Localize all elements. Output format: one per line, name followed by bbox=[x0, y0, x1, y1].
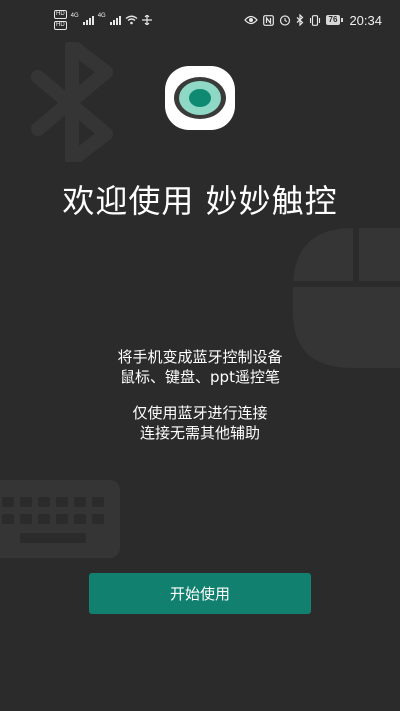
feature-description: 将手机变成蓝牙控制设备 鼠标、键盘、ppt遥控笔 仅使用蓝牙进行连接 连接无需其… bbox=[0, 347, 400, 443]
wifi-icon bbox=[125, 15, 138, 25]
description-line: 仅使用蓝牙进行连接 bbox=[132, 404, 268, 422]
status-left: HD HD 4G 4G bbox=[54, 10, 152, 30]
description-line: 将手机变成蓝牙控制设备 bbox=[117, 348, 283, 366]
signal-icon bbox=[82, 15, 94, 25]
vibrate-icon bbox=[309, 14, 320, 26]
sim1-hd-badge: HD bbox=[54, 10, 67, 19]
description-line: 鼠标、键盘、ppt遥控笔 bbox=[120, 368, 280, 386]
network-type-2: 4G bbox=[97, 13, 106, 19]
data-transfer-icon bbox=[141, 15, 152, 25]
alarm-icon bbox=[279, 15, 290, 26]
sim2-hd-badge: HD bbox=[54, 21, 67, 30]
bluetooth-background-icon bbox=[31, 42, 113, 162]
description-line: 连接无需其他辅助 bbox=[139, 424, 260, 442]
keyboard-background-icon bbox=[0, 480, 120, 558]
signal-icon-2 bbox=[109, 15, 121, 25]
clock: 20:34 bbox=[349, 12, 382, 28]
eye-icon bbox=[243, 15, 258, 25]
start-button-label: 开始使用 bbox=[169, 585, 230, 603]
start-button[interactable]: 开始使用 bbox=[89, 573, 311, 614]
sim-indicators: HD HD bbox=[54, 10, 67, 30]
bluetooth-icon bbox=[296, 14, 303, 26]
status-bar: HD HD 4G 4G 76 20:34 bbox=[0, 0, 400, 40]
nfc-icon bbox=[262, 14, 274, 26]
status-right: 76 20:34 bbox=[243, 10, 382, 30]
network-type-1: 4G bbox=[70, 13, 79, 19]
battery-indicator: 76 bbox=[325, 15, 344, 25]
welcome-title: 欢迎使用 妙妙触控 bbox=[62, 182, 338, 220]
app-logo-icon bbox=[165, 66, 235, 130]
